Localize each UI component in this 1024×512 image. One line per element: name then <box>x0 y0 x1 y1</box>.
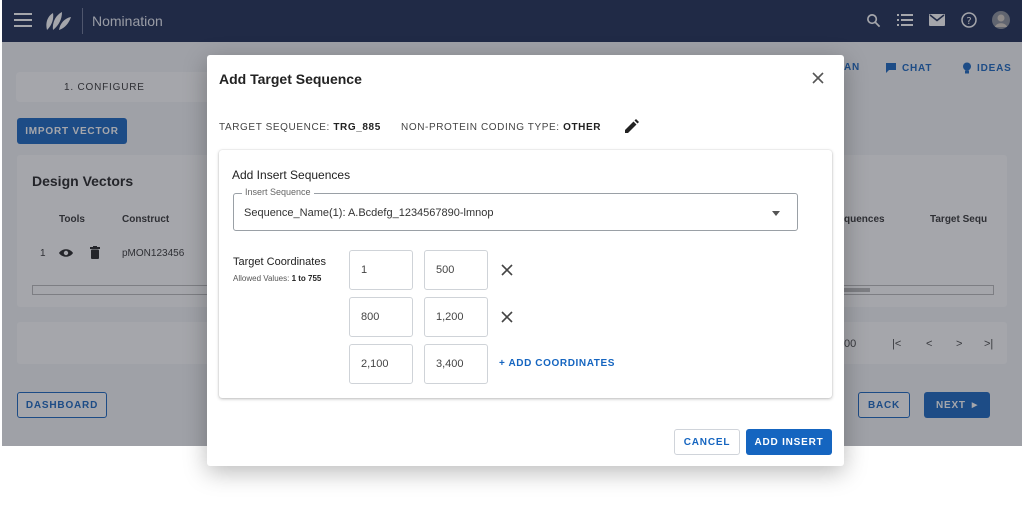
coding-type-info: NON-PROTEIN CODING TYPE: OTHER <box>401 122 601 133</box>
add-insert-button[interactable]: ADD INSERT <box>746 429 832 455</box>
target-sequence-value: TRG_885 <box>333 122 381 133</box>
allowed-values-range: 1 to 755 <box>291 274 322 283</box>
allowed-values: Allowed Values: 1 to 755 <box>233 274 321 283</box>
coord-start-input[interactable]: 2,100 <box>349 344 413 384</box>
insert-sequences-panel: Add Insert Sequences Insert Sequence Seq… <box>219 150 832 398</box>
coord-end-input[interactable]: 3,400 <box>424 344 488 384</box>
cancel-button[interactable]: CANCEL <box>674 429 740 455</box>
dialog-title: Add Target Sequence <box>219 71 362 87</box>
allowed-values-label: Allowed Values: <box>233 274 290 283</box>
insert-sequence-select[interactable]: Insert Sequence Sequence_Name(1): A.Bcde… <box>233 187 798 231</box>
coord-start-input[interactable]: 1 <box>349 250 413 290</box>
target-sequence-label: TARGET SEQUENCE: <box>219 122 330 133</box>
close-icon[interactable] <box>810 70 826 86</box>
caret-down-icon <box>772 211 780 216</box>
coord-end-input[interactable]: 500 <box>424 250 488 290</box>
target-coordinates-label: Target Coordinates <box>233 256 326 268</box>
target-sequence-info: TARGET SEQUENCE: TRG_885 <box>219 122 381 133</box>
edit-icon[interactable] <box>623 119 639 135</box>
coding-type-label: NON-PROTEIN CODING TYPE: <box>401 122 560 133</box>
remove-coordinate-icon[interactable] <box>500 310 514 324</box>
coord-start-input[interactable]: 800 <box>349 297 413 337</box>
add-coordinates-button[interactable]: + ADD COORDINATES <box>499 358 615 369</box>
remove-coordinate-icon[interactable] <box>500 263 514 277</box>
insert-sequence-value: Sequence_Name(1): A.Bcdefg_1234567890-lm… <box>244 207 494 219</box>
coding-type-value: OTHER <box>563 122 602 133</box>
coord-end-input[interactable]: 1,200 <box>424 297 488 337</box>
insert-sequence-label: Insert Sequence <box>242 187 314 197</box>
section-title: Add Insert Sequences <box>232 168 351 182</box>
screen: Nomination ? 1. CONFIGURE IMPORT VECTOR … <box>0 0 1024 512</box>
add-target-sequence-dialog: Add Target Sequence TARGET SEQUENCE: TRG… <box>207 55 844 466</box>
